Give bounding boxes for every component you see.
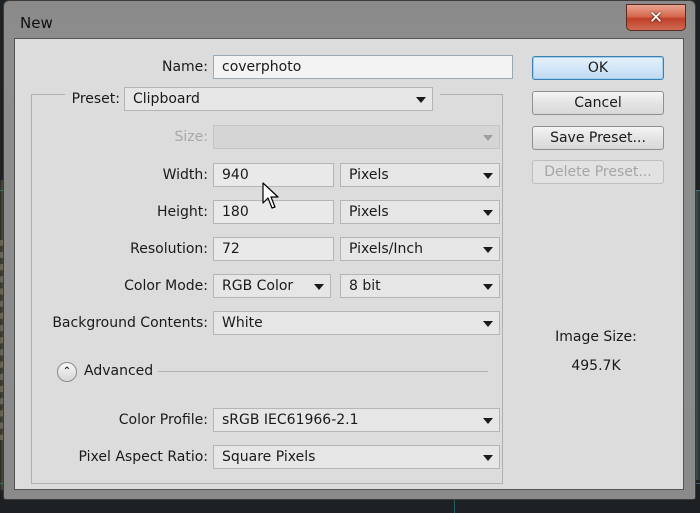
color-mode-label: Color Mode: bbox=[124, 278, 208, 294]
close-icon: ✕ bbox=[648, 7, 664, 28]
pixel-aspect-ratio-select[interactable]: Square Pixels bbox=[213, 445, 500, 469]
resolution-label: Resolution: bbox=[130, 241, 208, 257]
height-unit-value: Pixels bbox=[349, 204, 389, 220]
size-select[interactable] bbox=[213, 125, 500, 149]
dropdown-arrow-icon bbox=[483, 284, 493, 290]
advanced-toggle[interactable]: ⌃ bbox=[57, 362, 77, 382]
resolution-field[interactable]: 72 bbox=[213, 237, 334, 261]
color-profile-label: Color Profile: bbox=[118, 412, 208, 428]
width-unit-value: Pixels bbox=[349, 167, 389, 183]
name-field[interactable]: coverphoto bbox=[213, 55, 513, 79]
background-contents-select[interactable]: White bbox=[213, 311, 500, 335]
background-contents-value: White bbox=[222, 315, 263, 331]
size-label: Size: bbox=[174, 129, 208, 145]
image-size-value: 495.7K bbox=[571, 358, 621, 374]
background-contents-label: Background Contents: bbox=[52, 315, 208, 331]
close-button[interactable]: ✕ bbox=[626, 4, 686, 31]
pixel-aspect-ratio-label: Pixel Aspect Ratio: bbox=[78, 449, 209, 465]
resolution-unit-value: Pixels/Inch bbox=[349, 241, 423, 257]
advanced-divider bbox=[158, 371, 488, 372]
dropdown-arrow-icon bbox=[483, 247, 493, 253]
width-unit-select[interactable]: Pixels bbox=[340, 163, 500, 187]
dropdown-arrow-icon bbox=[416, 97, 426, 103]
preset-select[interactable]: Clipboard bbox=[124, 87, 433, 111]
name-label: Name: bbox=[161, 59, 208, 75]
resolution-unit-select[interactable]: Pixels/Inch bbox=[340, 237, 500, 261]
color-profile-value: sRGB IEC61966-2.1 bbox=[222, 412, 359, 428]
ok-button[interactable]: OK bbox=[532, 56, 664, 80]
delete-preset-button[interactable]: Delete Preset... bbox=[532, 160, 664, 184]
save-preset-button[interactable]: Save Preset... bbox=[532, 126, 664, 150]
dropdown-arrow-icon bbox=[483, 321, 493, 327]
color-profile-select[interactable]: sRGB IEC61966-2.1 bbox=[213, 408, 500, 432]
dropdown-arrow-icon bbox=[483, 173, 493, 179]
dropdown-arrow-icon bbox=[314, 284, 324, 290]
dropdown-arrow-icon bbox=[483, 210, 493, 216]
height-unit-select[interactable]: Pixels bbox=[340, 200, 500, 224]
height-label: Height: bbox=[157, 204, 208, 220]
bit-depth-value: 8 bit bbox=[349, 278, 381, 294]
pixel-aspect-ratio-value: Square Pixels bbox=[222, 449, 316, 465]
mouse-pointer-icon bbox=[262, 182, 279, 209]
color-mode-value: RGB Color bbox=[222, 278, 294, 294]
color-mode-select[interactable]: RGB Color bbox=[213, 274, 331, 298]
image-size-label: Image Size: bbox=[555, 329, 637, 345]
dropdown-arrow-icon bbox=[483, 455, 493, 461]
bit-depth-select[interactable]: 8 bit bbox=[340, 274, 500, 298]
cancel-button[interactable]: Cancel bbox=[532, 91, 664, 115]
dialog-title: New bbox=[20, 14, 53, 32]
width-label: Width: bbox=[162, 167, 208, 183]
preset-value: Clipboard bbox=[133, 91, 200, 107]
collapse-icon: ⌃ bbox=[62, 366, 72, 377]
dropdown-arrow-icon bbox=[483, 135, 493, 141]
preset-label: Preset: bbox=[71, 91, 120, 107]
advanced-label: Advanced bbox=[84, 363, 154, 379]
dropdown-arrow-icon bbox=[483, 418, 493, 424]
